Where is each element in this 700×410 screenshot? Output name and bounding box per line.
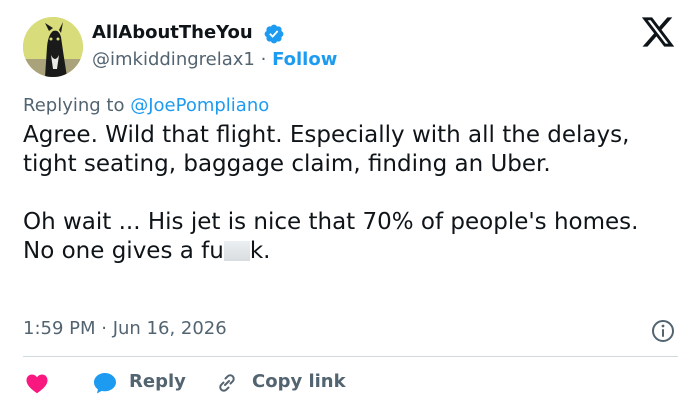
tweet-paragraph-2: Oh wait ... His jet is nice that 70% of … [23,208,663,266]
reply-context: Replying to @JoePompliano [23,95,269,116]
heart-icon[interactable] [25,372,49,394]
avatar-image [23,17,83,77]
link-icon[interactable] [215,371,239,395]
tweet-text-after-censor: k. [249,238,271,264]
tweet-timestamp[interactable]: 1:59 PM · Jun 16, 2026 [23,318,227,339]
author-display-name[interactable]: AllAboutTheYou [92,22,253,43]
divider [23,356,678,357]
follow-button[interactable]: Follow [272,49,337,70]
reply-mention-link[interactable]: @JoePompliano [130,95,269,116]
author-handle-row: @imkiddingrelax1 · Follow [92,49,337,70]
tweet-paragraph-1: Agree. Wild that flight. Especially with… [23,122,630,177]
copy-link-button[interactable]: Copy link [252,371,346,392]
reply-bubble-icon[interactable] [92,371,118,395]
censor-blur [223,241,250,261]
verified-badge-icon [264,24,284,44]
author-handle[interactable]: @imkiddingrelax1 [92,49,255,70]
tweet-text: Agree. Wild that flight. Especially with… [23,121,663,266]
x-logo-icon[interactable] [640,17,676,50]
info-icon[interactable] [651,319,675,343]
reply-button[interactable]: Reply [129,371,186,392]
handle-separator: · [260,49,267,70]
reply-context-prefix: Replying to [23,95,125,116]
tweet-text-before-censor: Oh wait ... His jet is nice that 70% of … [23,209,639,264]
avatar[interactable] [23,17,83,77]
